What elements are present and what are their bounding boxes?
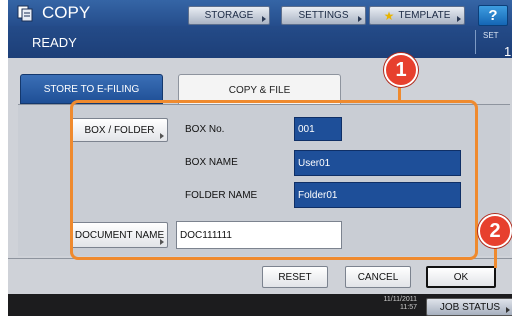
- callout-leader: [494, 248, 497, 268]
- storage-button[interactable]: STORAGE: [188, 6, 270, 25]
- reset-button[interactable]: RESET: [262, 266, 328, 288]
- job-status-button[interactable]: JOB STATUS: [426, 298, 512, 316]
- settings-button[interactable]: SETTINGS: [281, 6, 366, 25]
- date-time: 11/11/2011 11:57: [369, 296, 417, 312]
- callout-highlight-box: [70, 100, 478, 260]
- chevron-right-icon: [457, 16, 461, 22]
- divider: [475, 30, 476, 54]
- job-status-label: JOB STATUS: [439, 301, 501, 313]
- status-text: READY: [32, 35, 77, 50]
- ok-button[interactable]: OK: [426, 266, 496, 288]
- chevron-right-icon: [506, 307, 510, 313]
- callout-badge-2: 2: [478, 214, 512, 248]
- template-button[interactable]: ★ TEMPLATE: [369, 6, 465, 25]
- template-label: TEMPLATE: [398, 10, 451, 21]
- chevron-right-icon: [358, 16, 362, 22]
- chevron-right-icon: [262, 16, 266, 22]
- star-icon: ★: [383, 8, 395, 23]
- page-title: COPY: [42, 3, 91, 22]
- time-text: 11:57: [400, 304, 417, 311]
- copy-screen: COPY STORAGE SETTINGS ★ TEMPLATE ? READY…: [8, 0, 512, 316]
- callout-badge-1: 1: [384, 53, 418, 87]
- settings-label: SETTINGS: [298, 10, 349, 21]
- cancel-button[interactable]: CANCEL: [345, 266, 411, 288]
- set-count: 1: [504, 44, 512, 59]
- set-label: SET: [483, 31, 499, 40]
- copy-icon: [17, 5, 33, 22]
- help-button[interactable]: ?: [478, 5, 508, 26]
- storage-label: STORAGE: [204, 10, 254, 21]
- date-text: 11/11/2011: [383, 296, 417, 303]
